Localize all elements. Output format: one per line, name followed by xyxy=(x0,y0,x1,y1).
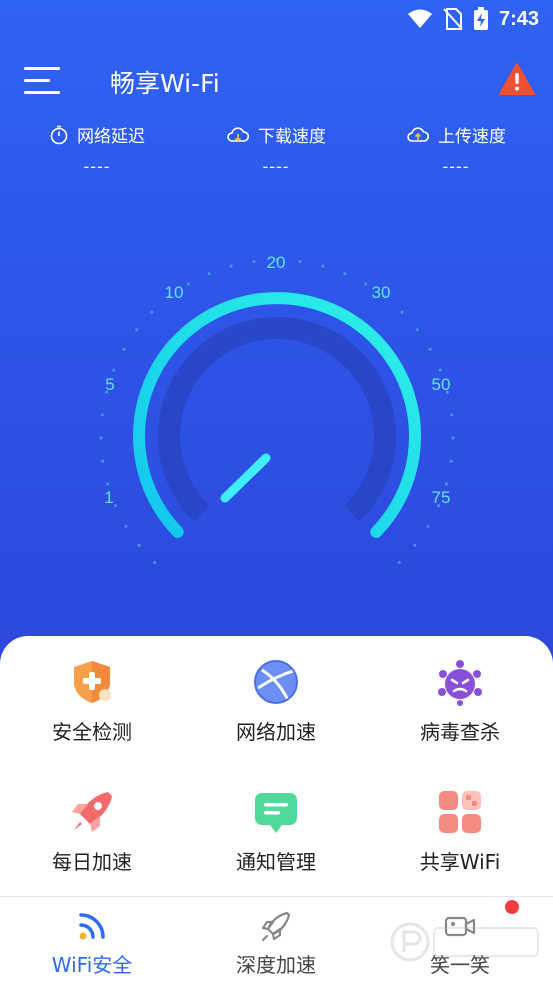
gauge-tick-dot xyxy=(153,561,157,565)
gauge-tick-dot xyxy=(426,524,430,528)
status-bar: 7:43 xyxy=(0,0,553,38)
speed-gauge: 1 5 10 20 30 50 75 xyxy=(0,230,553,600)
gauge-tick-dot xyxy=(100,413,104,417)
tab-deep-boost[interactable]: 深度加速 xyxy=(184,897,368,983)
message-icon xyxy=(255,793,297,833)
gauge-label-30: 30 xyxy=(371,283,391,302)
app-title: 畅享Wi-Fi xyxy=(110,69,220,98)
gauge-tick-dot xyxy=(400,310,404,314)
stat-upload: 上传速度 ---- xyxy=(371,122,541,176)
feature-network-boost[interactable]: 网络加速 xyxy=(184,636,368,746)
gauge-tick-dot xyxy=(101,459,105,463)
gauge-tick-dot xyxy=(449,459,453,463)
gauge-inner-ring xyxy=(158,316,396,522)
tab-label: WiFi安全 xyxy=(51,953,133,977)
gauge-label-75: 75 xyxy=(431,488,451,507)
wifi-signal-icon xyxy=(407,9,432,28)
stat-latency-label: 网络延迟 xyxy=(77,127,145,147)
gauge-tick-dot xyxy=(321,264,325,268)
gauge-tick-dot xyxy=(364,282,368,286)
gauge-needle xyxy=(220,453,271,503)
virus-icon xyxy=(438,660,482,706)
rocket-outline-icon xyxy=(261,911,291,942)
wifi-icon xyxy=(79,913,105,940)
stat-latency: 网络延迟 ---- xyxy=(12,122,182,176)
gauge-label-20: 20 xyxy=(266,253,286,272)
stat-upload-value: ---- xyxy=(442,157,470,176)
globe-icon xyxy=(254,660,298,704)
feature-label: 病毒查杀 xyxy=(420,720,500,744)
cloud-download-icon xyxy=(227,126,250,142)
gauge-tick-dots xyxy=(99,258,455,565)
tab-wifi-security[interactable]: WiFi安全 xyxy=(0,897,184,983)
gauge-tick-dot xyxy=(106,482,110,486)
gauge-dial xyxy=(99,258,455,565)
feature-label: 每日加速 xyxy=(52,850,132,874)
gauge-tick-dot xyxy=(451,436,455,440)
gauge-label-5: 5 xyxy=(105,375,115,394)
feature-label: 网络加速 xyxy=(236,720,316,744)
feature-panel: 安全检测 网络加速 病毒查杀 每日加速 通知管理 共享WiFi xyxy=(0,636,553,896)
app-header: 畅享Wi-Fi xyxy=(0,58,553,104)
timer-icon xyxy=(50,125,68,144)
gauge-tick-dot xyxy=(113,504,117,508)
gauge-tick-dot xyxy=(99,436,103,440)
feature-virus-scan[interactable]: 病毒查杀 xyxy=(368,636,552,746)
gauge-tick-dot xyxy=(343,272,347,276)
gauge-tick-dot xyxy=(438,368,442,372)
gauge-label-50: 50 xyxy=(431,375,451,394)
gauge-tick-dot xyxy=(428,347,432,351)
feature-label: 通知管理 xyxy=(236,850,316,874)
menu-icon[interactable] xyxy=(24,63,62,97)
tab-label: 深度加速 xyxy=(236,953,316,977)
gauge-tick-dot xyxy=(413,543,417,547)
feature-label: 安全检测 xyxy=(52,720,132,744)
status-time: 7:43 xyxy=(498,7,539,30)
gauge-tick-dot xyxy=(450,413,454,417)
gauge-tick-dot xyxy=(150,310,154,314)
gauge-label-1: 1 xyxy=(104,488,114,507)
gauge-tick-dot xyxy=(298,260,302,263)
rocket-icon xyxy=(72,792,112,832)
gauge-tick-dot xyxy=(135,328,139,332)
grid-icon xyxy=(439,791,481,833)
gauge-tick-dot xyxy=(397,561,401,565)
shield-plus-icon xyxy=(74,661,111,703)
stat-latency-value: ---- xyxy=(83,157,111,176)
stat-download-label: 下载速度 xyxy=(258,127,326,147)
gauge-tick-dot xyxy=(112,368,116,372)
gauge-tick-dot xyxy=(122,347,126,351)
cloud-upload-icon xyxy=(407,126,430,142)
gauge-tick-dot xyxy=(444,482,448,486)
feature-security-check[interactable]: 安全检测 xyxy=(0,636,184,746)
gauge-tick-dot xyxy=(252,260,256,263)
gauge-tick-dot xyxy=(229,264,233,268)
stat-download-value: ---- xyxy=(262,157,290,176)
gauge-tick-dot xyxy=(415,328,419,332)
no-sim-icon xyxy=(443,8,463,30)
feature-daily-boost[interactable]: 每日加速 xyxy=(0,766,184,876)
stat-download: 下载速度 ---- xyxy=(191,122,361,176)
gauge-tick-dot xyxy=(124,524,128,528)
feature-notification-manager[interactable]: 通知管理 xyxy=(184,766,368,876)
feature-label: 共享WiFi xyxy=(419,850,501,874)
warning-icon[interactable] xyxy=(499,62,535,96)
gauge-label-10: 10 xyxy=(164,283,184,302)
stat-upload-label: 上传速度 xyxy=(438,127,506,147)
feature-share-wifi[interactable]: 共享WiFi xyxy=(368,766,552,876)
speed-stats: 网络延迟 ---- 下载速度 ---- 上传速度 ---- xyxy=(0,122,553,182)
gauge-tick-dot xyxy=(137,543,141,547)
gauge-tick-dot xyxy=(186,282,190,286)
gauge-tick-dot xyxy=(207,272,211,276)
battery-charging-icon xyxy=(473,7,488,30)
watermark-logo xyxy=(390,922,539,962)
